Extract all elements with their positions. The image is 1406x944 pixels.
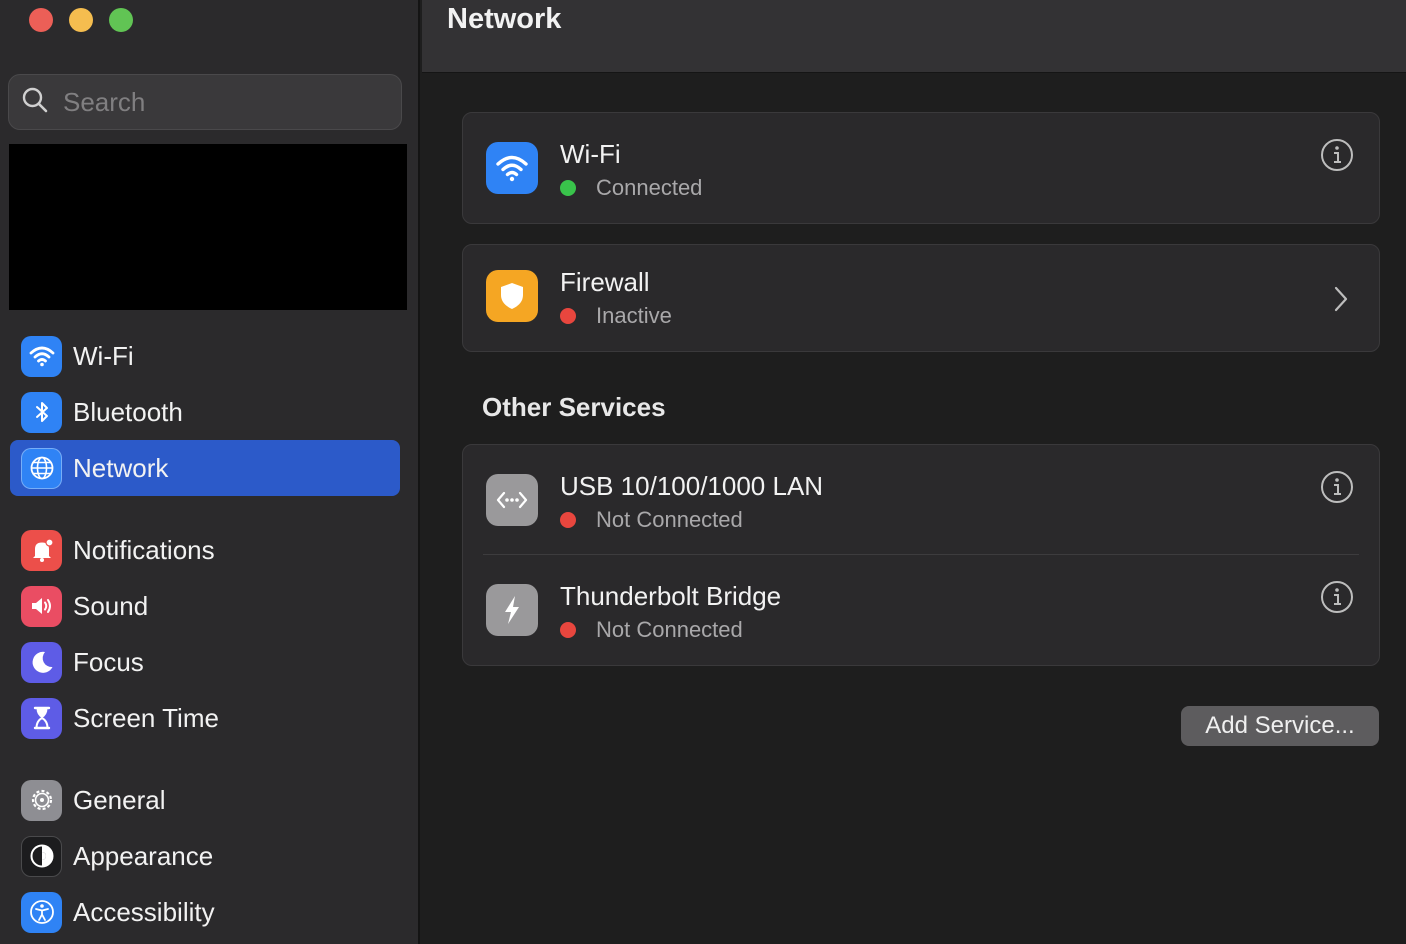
service-name: Firewall bbox=[560, 267, 650, 297]
other-services-card: USB 10/100/1000 LAN Not Connected Thunde… bbox=[462, 444, 1380, 666]
service-row-wifi[interactable]: Wi-Fi Connected bbox=[463, 113, 1379, 223]
sidebar-item-notifications[interactable]: Notifications bbox=[10, 522, 400, 578]
gear-icon bbox=[21, 779, 62, 821]
service-name: Thunderbolt Bridge bbox=[560, 581, 782, 611]
bluetooth-icon bbox=[21, 391, 62, 433]
shield-icon bbox=[486, 270, 538, 322]
service-name: USB 10/100/1000 LAN bbox=[560, 471, 824, 501]
minimize-button[interactable] bbox=[69, 8, 93, 32]
status-dot-green bbox=[560, 180, 576, 196]
sidebar-item-label: Appearance bbox=[73, 840, 214, 871]
sidebar-item-label: Notifications bbox=[73, 534, 215, 565]
search-field[interactable] bbox=[8, 74, 402, 130]
sidebar-item-accessibility[interactable]: Accessibility bbox=[10, 884, 400, 940]
search-input[interactable] bbox=[63, 86, 383, 118]
wifi-service-card[interactable]: Wi-Fi Connected bbox=[462, 112, 1380, 224]
service-name: Wi-Fi bbox=[560, 139, 621, 169]
status-text: Connected bbox=[596, 175, 703, 200]
sidebar-item-sound[interactable]: Sound bbox=[10, 578, 400, 634]
sidebar-item-label: Wi-Fi bbox=[73, 340, 134, 371]
sidebar-item-focus[interactable]: Focus bbox=[10, 634, 400, 690]
service-row-thunderbolt-bridge[interactable]: Thunderbolt Bridge Not Connected bbox=[463, 555, 1379, 665]
close-button[interactable] bbox=[29, 8, 53, 32]
apple-account-banner[interactable] bbox=[9, 144, 407, 310]
moon-icon bbox=[21, 641, 62, 683]
sidebar-item-label: General bbox=[73, 784, 166, 815]
status-text: Not Connected bbox=[596, 507, 743, 532]
ethernet-icon bbox=[486, 474, 538, 526]
page-title: Network bbox=[447, 3, 562, 35]
sidebar-item-bluetooth[interactable]: Bluetooth bbox=[10, 384, 400, 440]
hourglass-icon bbox=[21, 697, 62, 739]
chevron-right-icon[interactable] bbox=[1323, 281, 1359, 317]
bell-icon bbox=[21, 529, 62, 571]
sidebar-item-label: Network bbox=[73, 452, 169, 483]
sidebar: Wi-Fi Bluetooth Network Notifications So… bbox=[0, 0, 420, 944]
info-icon[interactable] bbox=[1319, 469, 1355, 505]
sidebar-item-label: Focus bbox=[73, 646, 144, 677]
wifi-icon bbox=[21, 335, 62, 377]
sidebar-item-label: Bluetooth bbox=[73, 396, 183, 427]
sidebar-item-network[interactable]: Network bbox=[10, 440, 400, 496]
service-row-firewall[interactable]: Firewall Inactive bbox=[463, 245, 1379, 353]
info-icon[interactable] bbox=[1319, 579, 1355, 615]
zoom-button[interactable] bbox=[109, 8, 133, 32]
service-status: Connected bbox=[560, 175, 702, 201]
status-dot-red bbox=[560, 622, 576, 638]
accessibility-icon bbox=[21, 891, 62, 933]
sidebar-item-appearance[interactable]: Appearance bbox=[10, 828, 400, 884]
globe-icon bbox=[21, 447, 62, 489]
sidebar-item-label: Accessibility bbox=[73, 896, 215, 927]
wifi-icon bbox=[486, 142, 538, 194]
speaker-icon bbox=[21, 585, 62, 627]
thunderbolt-icon bbox=[486, 584, 538, 636]
status-text: Not Connected bbox=[596, 617, 743, 642]
section-title-other-services: Other Services bbox=[482, 392, 666, 422]
add-service-button[interactable]: Add Service... bbox=[1181, 706, 1379, 746]
header: Network bbox=[422, 0, 1406, 73]
appearance-icon bbox=[21, 835, 62, 877]
sidebar-item-label: Sound bbox=[73, 590, 149, 621]
service-status: Not Connected bbox=[560, 617, 743, 643]
service-status: Not Connected bbox=[560, 507, 743, 533]
status-dot-red bbox=[560, 512, 576, 528]
sidebar-item-wifi[interactable]: Wi-Fi bbox=[10, 328, 400, 384]
firewall-service-card[interactable]: Firewall Inactive bbox=[462, 244, 1380, 352]
window-controls bbox=[29, 8, 133, 32]
service-row-usb-lan[interactable]: USB 10/100/1000 LAN Not Connected bbox=[463, 445, 1379, 555]
sidebar-item-screen-time[interactable]: Screen Time bbox=[10, 690, 400, 746]
sidebar-item-general[interactable]: General bbox=[10, 772, 400, 828]
status-dot-red bbox=[560, 308, 576, 324]
status-text: Inactive bbox=[596, 303, 672, 328]
service-status: Inactive bbox=[560, 303, 672, 329]
sidebar-item-label: Screen Time bbox=[73, 702, 219, 733]
search-icon bbox=[21, 86, 49, 119]
info-icon[interactable] bbox=[1319, 137, 1355, 173]
